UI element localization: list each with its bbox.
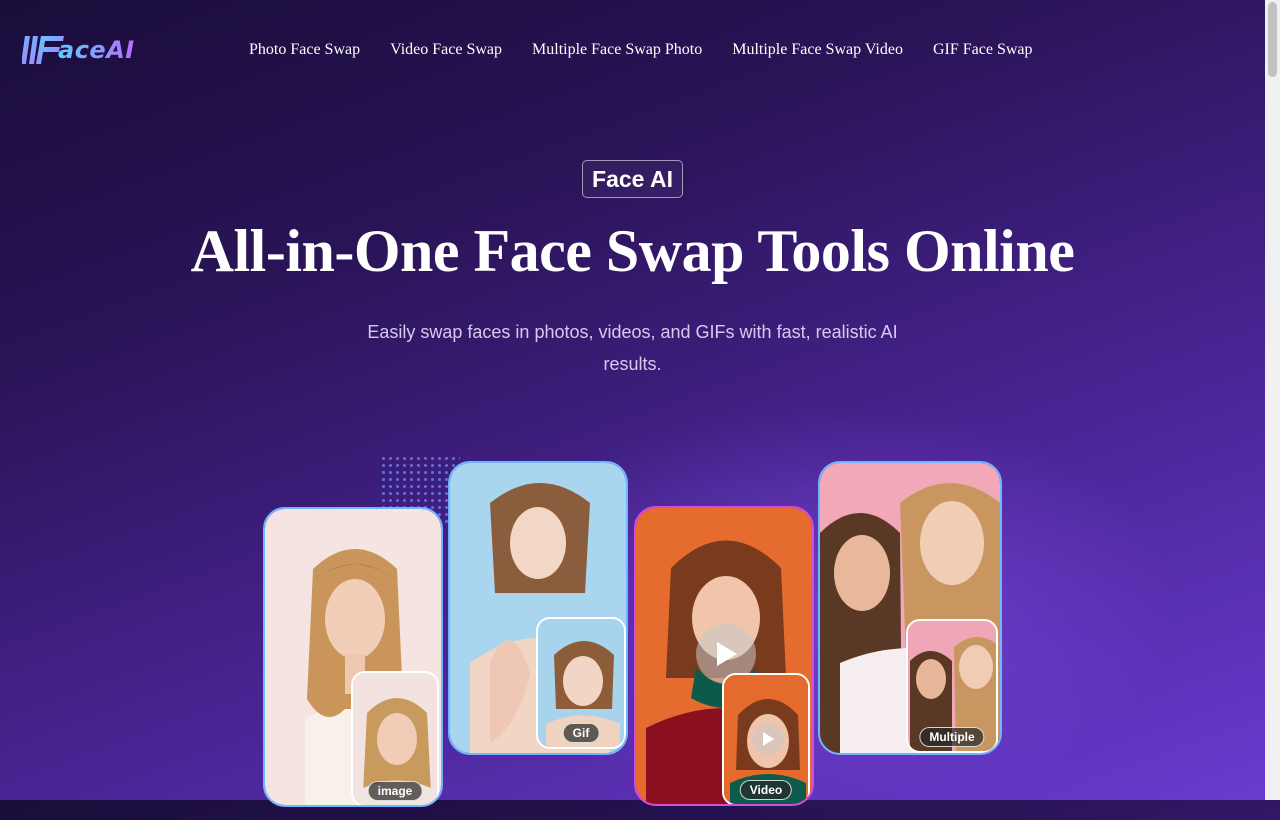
card-tag-video: Video [739, 780, 793, 800]
card-tag-image: image [367, 781, 423, 801]
scrollbar-thumb[interactable] [1268, 2, 1277, 77]
main-nav: Photo Face Swap Video Face Swap Multiple… [234, 40, 1048, 60]
gif-swap-thumbnail: Gif [536, 617, 626, 749]
play-icon-small[interactable] [752, 723, 784, 755]
hero-subtitle: Easily swap faces in photos, videos, and… [367, 322, 898, 374]
nav-multiple-face-swap-photo[interactable]: Multiple Face Swap Photo [517, 40, 717, 60]
nav-multiple-face-swap-video[interactable]: Multiple Face Swap Video [717, 40, 918, 60]
card-gif-swap[interactable]: Gif [448, 461, 628, 755]
page-scrollbar[interactable] [1265, 0, 1280, 800]
card-tag-gif: Gif [562, 723, 600, 743]
card-multiple-swap[interactable]: Multiple [818, 461, 1002, 755]
page-title: All-in-One Face Swap Tools Online [190, 218, 1075, 284]
hero-badge: Face AI [582, 160, 683, 198]
site-logo[interactable]: aceAI [21, 31, 135, 69]
card-image-swap[interactable]: image [263, 507, 443, 807]
faceai-logo-icon [21, 32, 64, 68]
video-swap-thumbnail: Video [722, 673, 810, 804]
card-tag-multiple: Multiple [919, 727, 985, 747]
image-swap-thumbnail: image [351, 671, 439, 805]
multiple-swap-thumbnail: Multiple [906, 619, 998, 753]
card-video-swap[interactable]: Video [634, 506, 814, 806]
nav-video-face-swap[interactable]: Video Face Swap [375, 40, 517, 60]
nav-photo-face-swap[interactable]: Photo Face Swap [234, 40, 375, 60]
logo-text: aceAI [58, 36, 135, 64]
nav-gif-face-swap[interactable]: GIF Face Swap [918, 40, 1048, 60]
